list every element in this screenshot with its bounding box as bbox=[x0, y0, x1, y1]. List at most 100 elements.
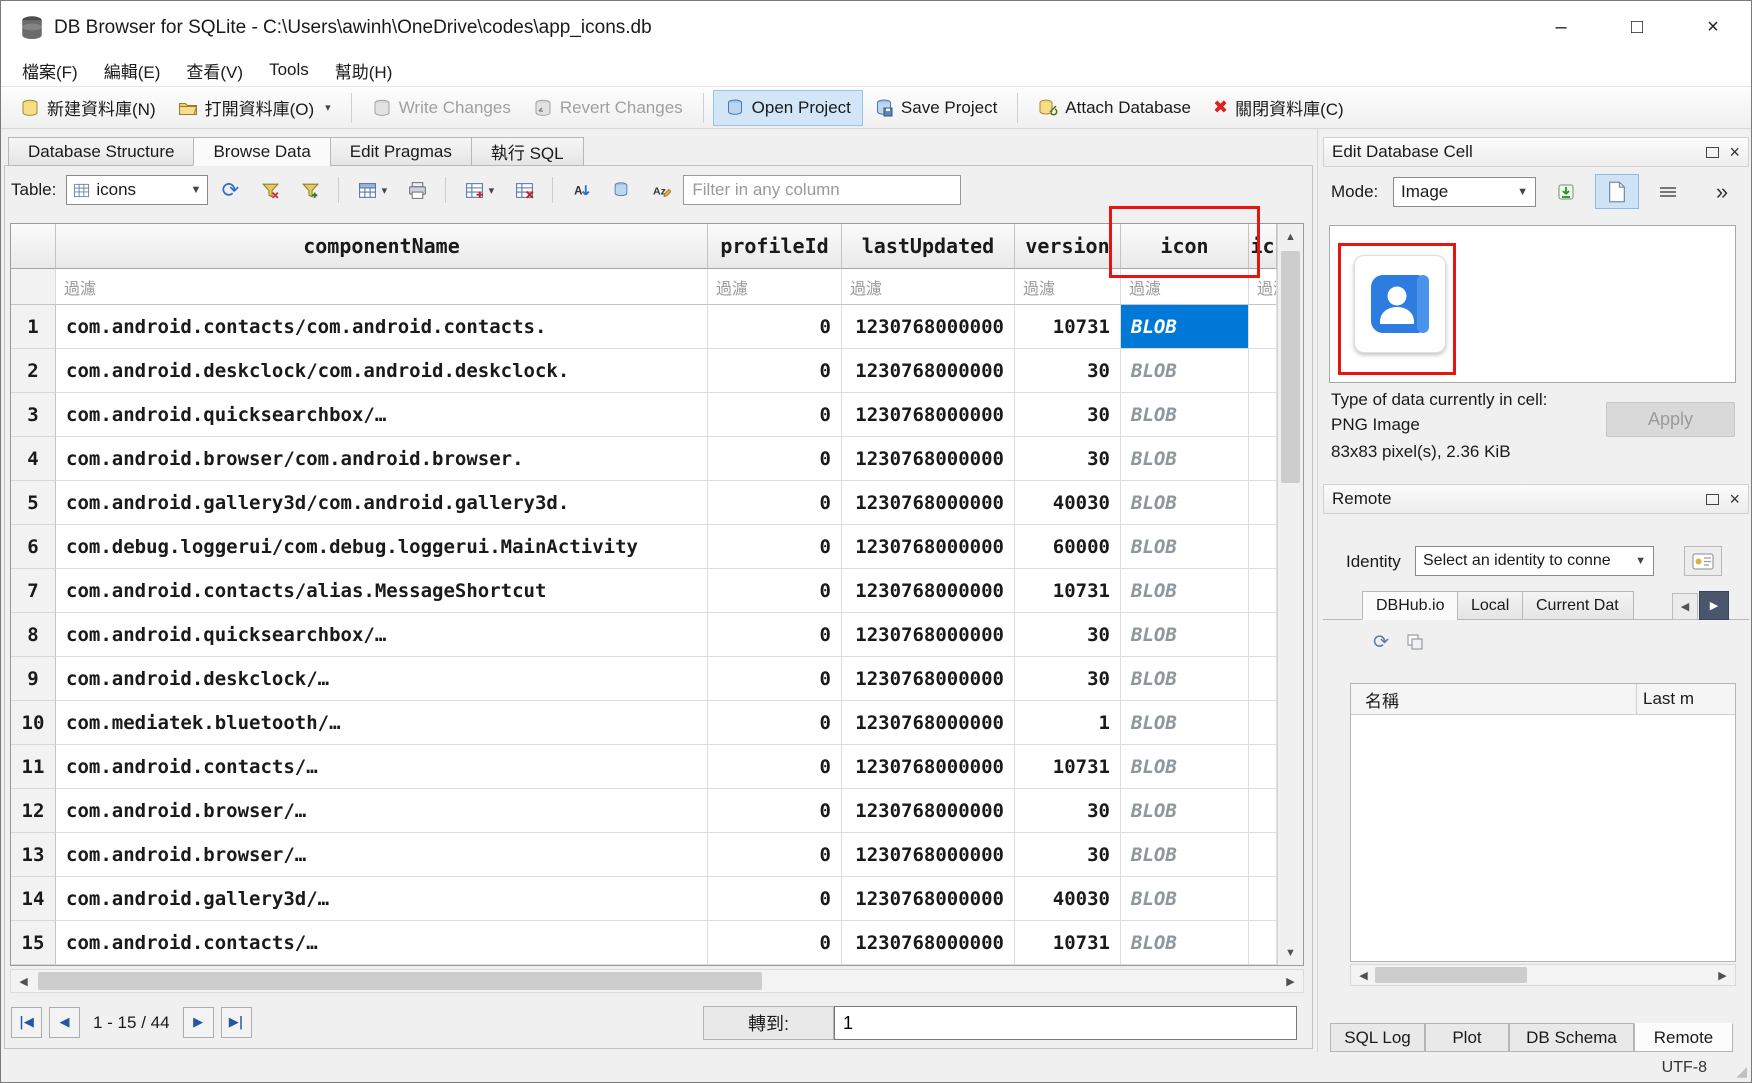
cell-ic[interactable] bbox=[1249, 613, 1277, 657]
cell-icon[interactable]: BLOB bbox=[1121, 789, 1249, 833]
row-number[interactable]: 5 bbox=[11, 481, 56, 525]
cell-icon[interactable]: BLOB bbox=[1121, 481, 1249, 525]
cell-profileId[interactable]: 0 bbox=[708, 657, 842, 701]
cell-lastUpdated[interactable]: 1230768000000 bbox=[842, 657, 1015, 701]
cell-ic[interactable] bbox=[1249, 657, 1277, 701]
revert-changes-button[interactable]: Revert Changes bbox=[522, 91, 694, 125]
cell-ic[interactable] bbox=[1249, 349, 1277, 393]
cell-profileId[interactable]: 0 bbox=[708, 833, 842, 877]
cell-lastUpdated[interactable]: 1230768000000 bbox=[842, 745, 1015, 789]
cell-lastUpdated[interactable]: 1230768000000 bbox=[842, 613, 1015, 657]
horizontal-scrollbar[interactable]: ◀ ▶ bbox=[10, 969, 1304, 993]
cell-profileId[interactable]: 0 bbox=[708, 745, 842, 789]
cell-componentName[interactable]: com.android.contacts/alias.MessageShortc… bbox=[56, 569, 708, 613]
row-number[interactable]: 3 bbox=[11, 393, 56, 437]
save-project-button[interactable]: Save Project bbox=[863, 91, 1008, 125]
dock-close-icon[interactable]: × bbox=[1729, 490, 1740, 508]
column-header-version[interactable]: version bbox=[1015, 224, 1121, 269]
row-number[interactable]: 13 bbox=[11, 833, 56, 877]
cell-lastUpdated[interactable]: 1230768000000 bbox=[842, 305, 1015, 349]
menu-tools[interactable]: Tools bbox=[256, 56, 322, 84]
close-database-button[interactable]: ✖ 關閉資料庫(C) bbox=[1202, 91, 1355, 125]
cell-componentName[interactable]: com.android.contacts/… bbox=[56, 745, 708, 789]
cell-ic[interactable] bbox=[1249, 833, 1277, 877]
cell-componentName[interactable]: com.android.deskclock/… bbox=[56, 657, 708, 701]
cell-icon[interactable]: BLOB bbox=[1121, 745, 1249, 789]
cell-ic[interactable] bbox=[1249, 437, 1277, 481]
tab-scroll-right-icon[interactable]: ▶ bbox=[1699, 591, 1729, 620]
scroll-left-icon[interactable]: ◀ bbox=[11, 970, 36, 992]
cell-version[interactable]: 60000 bbox=[1015, 525, 1121, 569]
image-view-toggle[interactable] bbox=[1595, 174, 1639, 209]
dock-float-icon[interactable] bbox=[1706, 494, 1719, 505]
remote-column-last-modified[interactable]: Last m bbox=[1636, 684, 1735, 714]
cell-version[interactable]: 30 bbox=[1015, 657, 1121, 701]
row-number[interactable]: 12 bbox=[11, 789, 56, 833]
word-wrap-toggle[interactable] bbox=[1650, 177, 1686, 207]
cell-lastUpdated[interactable]: 1230768000000 bbox=[842, 525, 1015, 569]
attach-database-button[interactable]: Attach Database bbox=[1027, 91, 1202, 125]
cell-lastUpdated[interactable]: 1230768000000 bbox=[842, 349, 1015, 393]
cell-version[interactable]: 10731 bbox=[1015, 305, 1121, 349]
corner-header[interactable] bbox=[11, 224, 56, 269]
cell-componentName[interactable]: com.android.quicksearchbox/… bbox=[56, 393, 708, 437]
remote-tab-dbhub[interactable]: DBHub.io bbox=[1362, 591, 1458, 620]
cell-componentName[interactable]: com.android.gallery3d/com.android.galler… bbox=[56, 481, 708, 525]
filter-input-version[interactable]: 過濾 bbox=[1015, 269, 1121, 305]
previous-record-button[interactable]: ◀ bbox=[49, 1007, 80, 1038]
row-number[interactable]: 4 bbox=[11, 437, 56, 481]
save-blob-button[interactable] bbox=[603, 174, 639, 206]
minimize-button[interactable]: – bbox=[1523, 1, 1599, 54]
encoding-indicator[interactable]: UTF-8 bbox=[1662, 1059, 1707, 1077]
cell-lastUpdated[interactable]: 1230768000000 bbox=[842, 481, 1015, 525]
cell-lastUpdated[interactable]: 1230768000000 bbox=[842, 789, 1015, 833]
cell-icon[interactable]: BLOB bbox=[1121, 393, 1249, 437]
open-database-dropdown-icon[interactable]: ▾ bbox=[325, 101, 331, 114]
row-number[interactable]: 7 bbox=[11, 569, 56, 613]
cell-componentName[interactable]: com.android.contacts/com.android.contact… bbox=[56, 305, 708, 349]
save-filter-button[interactable] bbox=[292, 174, 328, 206]
maximize-button[interactable]: □ bbox=[1599, 1, 1675, 54]
cell-componentName[interactable]: com.android.deskclock/com.android.deskcl… bbox=[56, 349, 708, 393]
cell-profileId[interactable]: 0 bbox=[708, 921, 842, 965]
cell-componentName[interactable]: com.android.quicksearchbox/… bbox=[56, 613, 708, 657]
cell-profileId[interactable]: 0 bbox=[708, 613, 842, 657]
clear-filters-button[interactable] bbox=[252, 174, 288, 206]
sort-button[interactable]: A bbox=[563, 174, 599, 206]
column-header-ic[interactable]: ic bbox=[1249, 224, 1277, 269]
import-certificate-button[interactable] bbox=[1684, 546, 1722, 576]
cell-ic[interactable] bbox=[1249, 701, 1277, 745]
cell-icon[interactable]: BLOB bbox=[1121, 701, 1249, 745]
cell-ic[interactable] bbox=[1249, 569, 1277, 613]
cell-icon[interactable]: BLOB bbox=[1121, 657, 1249, 701]
cell-icon[interactable]: BLOB bbox=[1121, 569, 1249, 613]
row-number[interactable]: 2 bbox=[11, 349, 56, 393]
cell-profileId[interactable]: 0 bbox=[708, 349, 842, 393]
cell-ic[interactable] bbox=[1249, 481, 1277, 525]
cell-ic[interactable] bbox=[1249, 305, 1277, 349]
filter-input-ic[interactable]: 過濾 bbox=[1249, 269, 1277, 305]
delete-record-button[interactable] bbox=[506, 174, 542, 206]
toolbar-overflow-button[interactable]: » bbox=[1702, 177, 1742, 207]
first-record-button[interactable]: |◀ bbox=[11, 1007, 42, 1038]
cell-version[interactable]: 1 bbox=[1015, 701, 1121, 745]
remote-column-name[interactable]: 名稱 bbox=[1351, 684, 1636, 714]
cell-version[interactable]: 10731 bbox=[1015, 745, 1121, 789]
menu-file[interactable]: 檔案(F) bbox=[9, 54, 91, 87]
filter-input-profileId[interactable]: 過濾 bbox=[708, 269, 842, 305]
tab-edit-pragmas[interactable]: Edit Pragmas bbox=[330, 137, 472, 166]
cell-lastUpdated[interactable]: 1230768000000 bbox=[842, 569, 1015, 613]
cell-ic[interactable] bbox=[1249, 525, 1277, 569]
cell-icon[interactable]: BLOB bbox=[1121, 877, 1249, 921]
tab-execute-sql[interactable]: 執行 SQL bbox=[471, 137, 584, 166]
scroll-down-icon[interactable]: ▼ bbox=[1278, 940, 1303, 965]
cell-ic[interactable] bbox=[1249, 921, 1277, 965]
display-format-button[interactable]: ▾ bbox=[349, 174, 395, 206]
cell-version[interactable]: 30 bbox=[1015, 613, 1121, 657]
cell-icon[interactable]: BLOB bbox=[1121, 613, 1249, 657]
cell-icon[interactable]: BLOB bbox=[1121, 305, 1249, 349]
row-number[interactable]: 11 bbox=[11, 745, 56, 789]
cell-icon[interactable]: BLOB bbox=[1121, 921, 1249, 965]
apply-button[interactable]: Apply bbox=[1606, 402, 1735, 437]
cell-profileId[interactable]: 0 bbox=[708, 525, 842, 569]
